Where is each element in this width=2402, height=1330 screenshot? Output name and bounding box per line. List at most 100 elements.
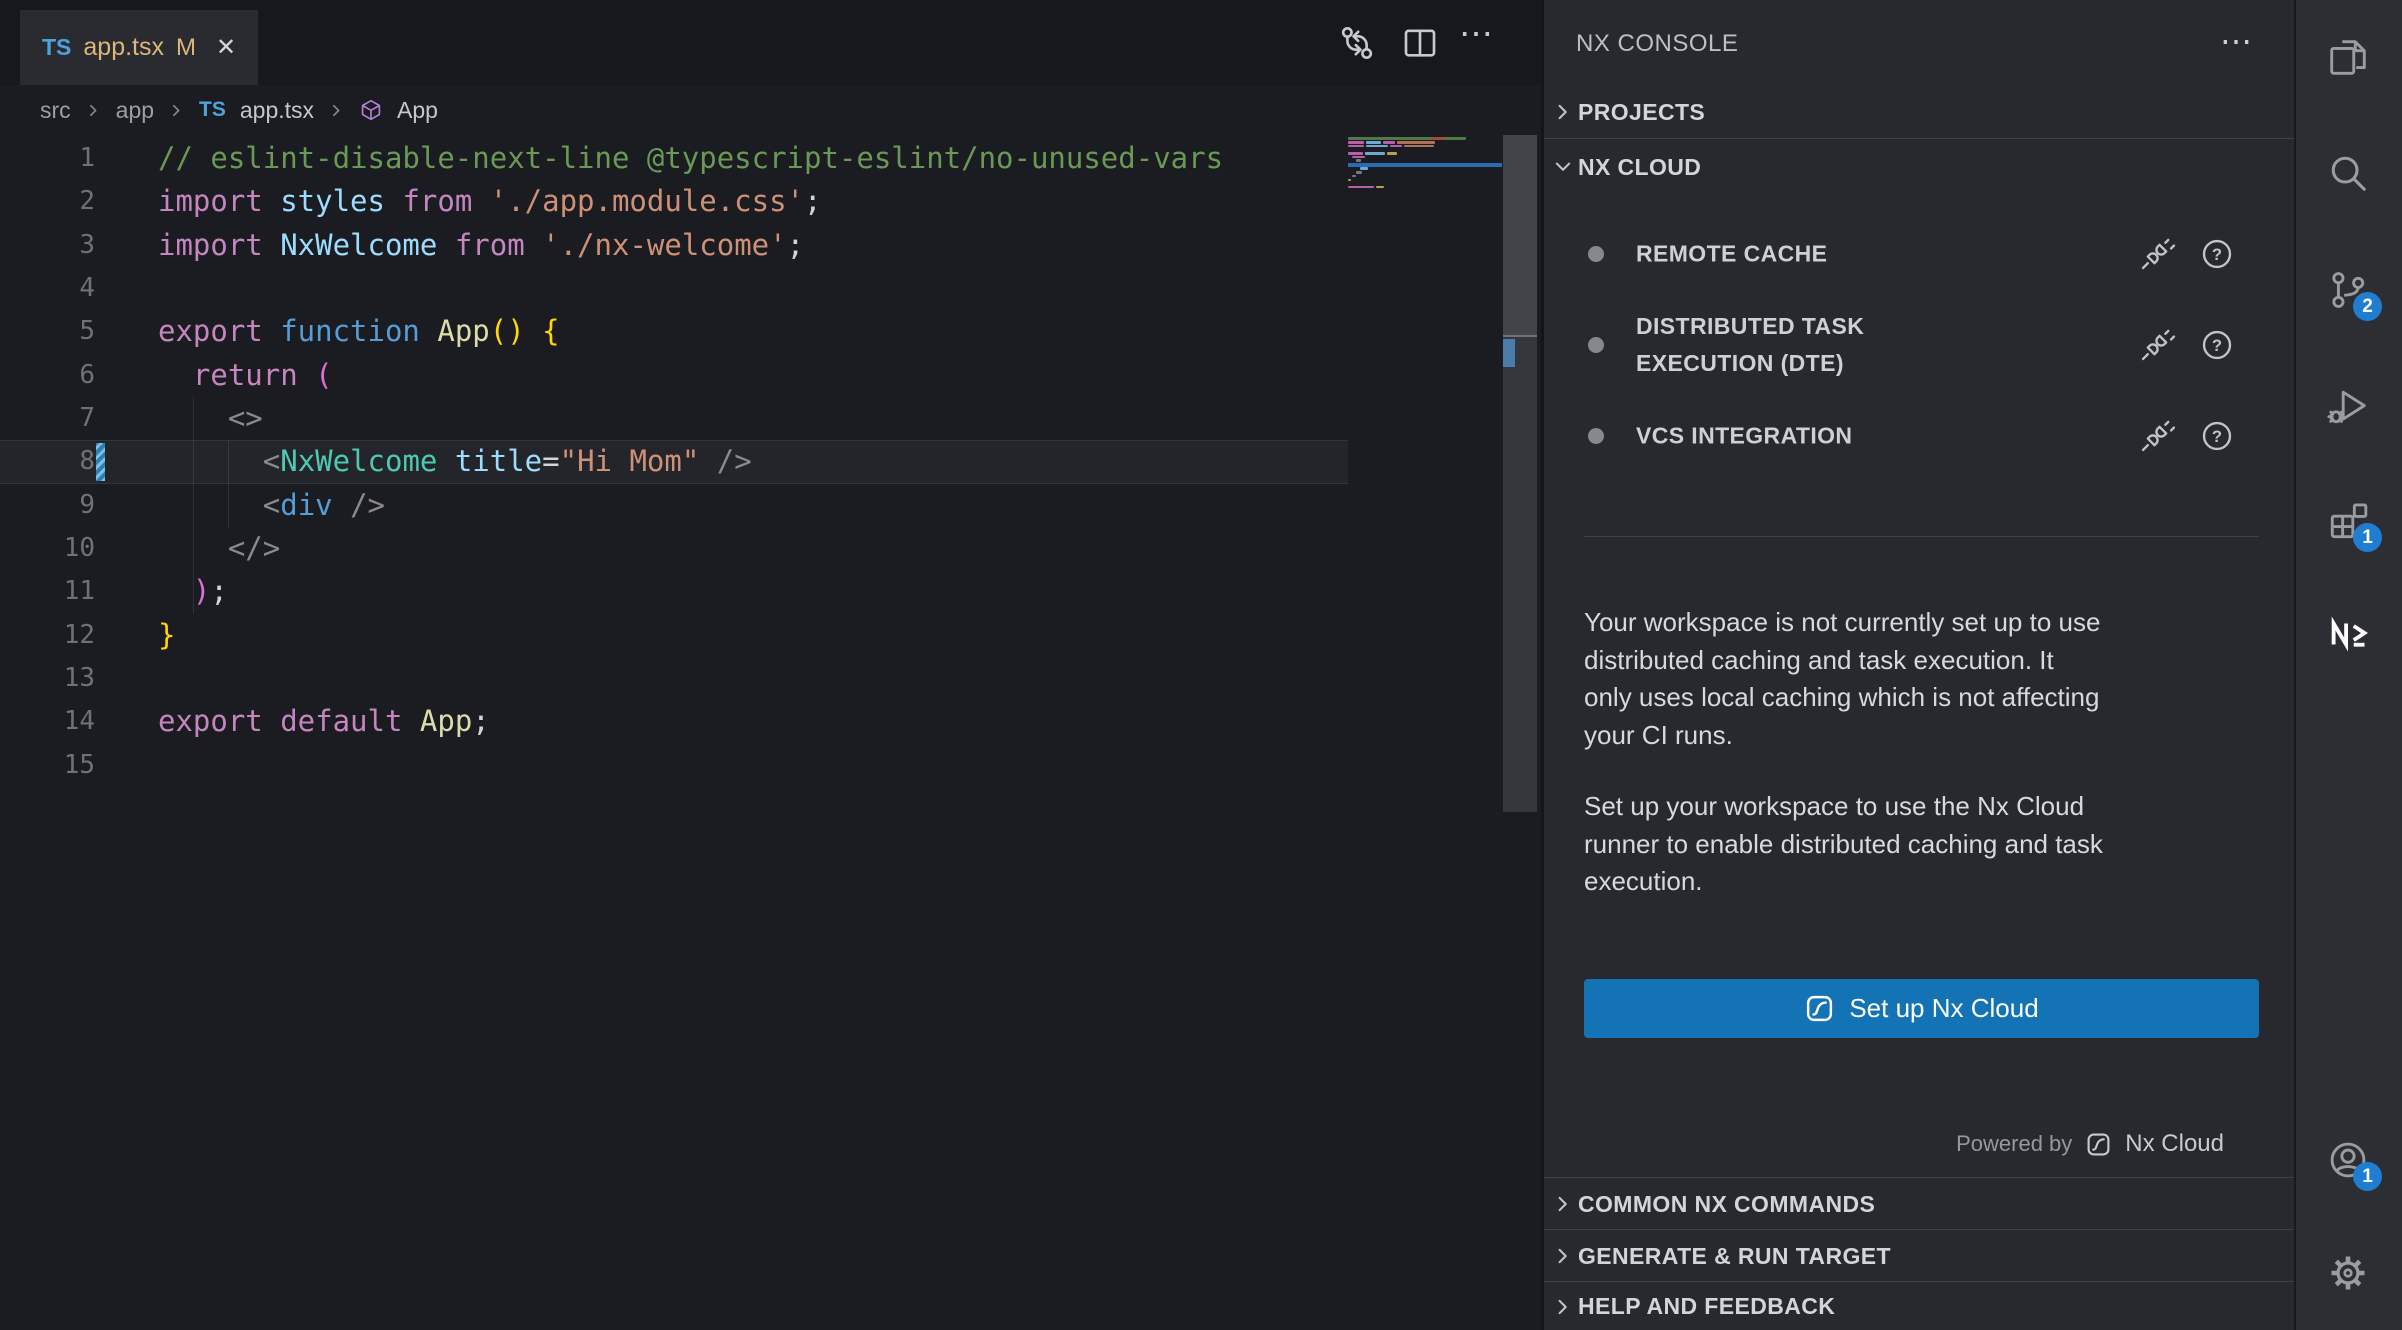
close-tab-icon[interactable]: ✕ — [216, 33, 236, 62]
line-number[interactable]: 11 — [0, 570, 95, 613]
minimap[interactable] — [1348, 137, 1502, 213]
section-projects[interactable]: PROJECTS — [1544, 86, 2294, 138]
svg-text:?: ? — [2212, 245, 2222, 264]
line-number[interactable]: 12 — [0, 614, 95, 657]
explorer-icon[interactable] — [2325, 35, 2371, 81]
code-text: <NxWelcome title="Hi Mom" /> — [107, 441, 752, 482]
code-line-2[interactable]: 2import styles from './app.module.css'; — [0, 180, 1348, 223]
setup-button-label: Set up Nx Cloud — [1849, 993, 2038, 1024]
nx-console-icon[interactable] — [2325, 611, 2371, 657]
svg-text:?: ? — [2212, 427, 2222, 446]
nx-cloud-logo-icon — [1804, 993, 1835, 1024]
gutter — [95, 267, 107, 310]
accounts-badge: 1 — [2353, 1162, 2382, 1191]
code-line-11[interactable]: 11 ); — [0, 570, 1348, 613]
run-and-debug-icon[interactable] — [2325, 383, 2371, 429]
code-line-7[interactable]: 7 <> — [0, 397, 1348, 440]
line-number[interactable]: 2 — [0, 180, 95, 223]
question-circle-icon[interactable]: ? — [2198, 326, 2236, 364]
gutter — [95, 700, 107, 743]
open-changes-icon[interactable] — [1336, 22, 1378, 64]
line-number[interactable]: 6 — [0, 354, 95, 397]
line-number[interactable]: 3 — [0, 224, 95, 267]
split-editor-icon[interactable] — [1399, 22, 1441, 64]
code-text: // eslint-disable-next-line @typescript-… — [107, 137, 1223, 180]
code-line-1[interactable]: 1 // eslint-disable-next-line @typescript… — [0, 137, 1348, 180]
editor-tab-bar: TS app.tsx M ✕ ⋯ — [0, 0, 1541, 85]
code-text — [107, 744, 158, 787]
chevron-down-icon — [1552, 156, 1574, 178]
source-control-badge: 2 — [2353, 292, 2382, 321]
section-label: PROJECTS — [1578, 99, 1705, 126]
panel-more-actions-icon[interactable]: ⋯ — [2220, 22, 2254, 60]
section-help-and-feedback[interactable]: HELP AND FEEDBACK — [1544, 1281, 2294, 1330]
code-text: export default App; — [107, 700, 490, 743]
question-circle-icon[interactable]: ? — [2198, 235, 2236, 273]
line-number[interactable]: 4 — [0, 267, 95, 310]
code-editor[interactable]: 1 // eslint-disable-next-line @typescript… — [0, 137, 1541, 787]
code-line-12[interactable]: 12} — [0, 614, 1348, 657]
search-icon[interactable] — [2325, 150, 2371, 196]
code-line-8[interactable]: 8 <NxWelcome title="Hi Mom" /> — [0, 440, 1348, 483]
panel-header: NX CONSOLE ⋯ — [1544, 0, 2294, 60]
setup-nx-cloud-button[interactable]: Set up Nx Cloud — [1584, 979, 2259, 1038]
line-number[interactable]: 5 — [0, 310, 95, 353]
gutter — [95, 484, 107, 527]
minimap-current-line — [1348, 163, 1502, 167]
breadcrumb-app[interactable]: app — [116, 97, 154, 124]
powered-by-block: Powered by Nx Cloud — [1956, 1120, 2224, 1168]
code-line-10[interactable]: 10 </> — [0, 527, 1348, 570]
line-number[interactable]: 1 — [0, 137, 95, 180]
section-common-nx-commands[interactable]: COMMON NX COMMANDS — [1544, 1177, 2294, 1230]
cloud-item-label: DISTRIBUTED TASK EXECUTION (DTE) — [1636, 308, 1966, 382]
setup-hint-paragraph: Set up your workspace to use the Nx Clou… — [1584, 788, 2103, 901]
breadcrumb-filename[interactable]: app.tsx — [240, 97, 314, 124]
chevron-right-icon — [1552, 1193, 1574, 1215]
code-line-3[interactable]: 3import NxWelcome from './nx-welcome'; — [0, 224, 1348, 267]
settings-gear-icon[interactable] — [2325, 1250, 2371, 1296]
gutter — [95, 397, 107, 440]
breadcrumb-src[interactable]: src — [40, 97, 71, 124]
line-number[interactable]: 10 — [0, 527, 95, 570]
vscode-window: TS app.tsx M ✕ ⋯ src app — [0, 0, 2402, 1330]
code-line-4[interactable]: 4 — [0, 267, 1348, 310]
code-line-15[interactable]: 15 — [0, 744, 1348, 787]
connect-plug-icon[interactable] — [2138, 326, 2176, 364]
code-line-6[interactable]: 6 return ( — [0, 354, 1348, 397]
cloud-item-remote-cache: REMOTE CACHE ? — [1544, 224, 2294, 284]
code-line-14[interactable]: 14 export default App; — [0, 700, 1348, 743]
typescript-file-icon: TS — [42, 34, 71, 61]
powered-by-label: Powered by — [1956, 1131, 2072, 1157]
line-number[interactable]: 8 — [0, 441, 95, 482]
section-nx-cloud[interactable]: NX CLOUD — [1544, 138, 2294, 195]
extensions-badge: 1 — [2353, 523, 2382, 552]
editor-more-actions-icon[interactable]: ⋯ — [1459, 14, 1495, 54]
cloud-item-vcs: VCS INTEGRATION ? — [1544, 406, 2294, 466]
tab-app-tsx[interactable]: TS app.tsx M ✕ — [20, 10, 258, 85]
chevron-right-icon — [85, 102, 102, 119]
connect-plug-icon[interactable] — [2138, 235, 2176, 273]
cloud-item-label: REMOTE CACHE — [1636, 236, 1827, 273]
breadcrumb: src app TS app.tsx App — [0, 85, 1581, 135]
chevron-right-icon — [1552, 1296, 1574, 1318]
line-number[interactable]: 9 — [0, 484, 95, 527]
code-line-5[interactable]: 5export function App() { — [0, 310, 1348, 353]
code-line-9[interactable]: 9 <div /> — [0, 484, 1348, 527]
breadcrumb-symbol[interactable]: App — [397, 97, 438, 124]
section-label: COMMON NX COMMANDS — [1578, 1191, 1875, 1218]
gutter — [95, 354, 107, 397]
code-text: </> — [107, 527, 280, 570]
typescript-file-icon: TS — [199, 98, 226, 122]
line-number[interactable]: 15 — [0, 744, 95, 787]
connect-plug-icon[interactable] — [2138, 417, 2176, 455]
cloud-item-label: VCS INTEGRATION — [1636, 418, 1852, 455]
section-generate-run-target[interactable]: GENERATE & RUN TARGET — [1544, 1229, 2294, 1282]
nx-cloud-brand: Nx Cloud — [2125, 1130, 2224, 1158]
question-circle-icon[interactable]: ? — [2198, 417, 2236, 455]
editor-scrollbar[interactable] — [1503, 135, 1537, 812]
section-label: NX CLOUD — [1578, 154, 1701, 181]
line-number[interactable]: 7 — [0, 397, 95, 440]
line-number[interactable]: 14 — [0, 700, 95, 743]
line-number[interactable]: 13 — [0, 657, 95, 700]
code-line-13[interactable]: 13 — [0, 657, 1348, 700]
